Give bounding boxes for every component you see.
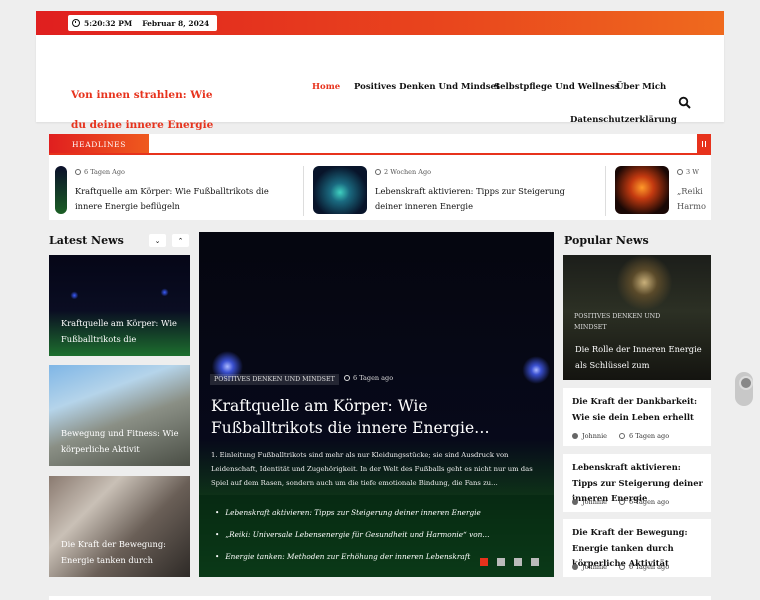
clock-icon <box>72 19 80 27</box>
slider-dot[interactable] <box>480 558 488 566</box>
header: Von innen strahlen: Wie du deine innere … <box>36 35 724 161</box>
popular-news-title[interactable]: Die Kraft der Dankbarkeit: Wie sie dein … <box>572 394 707 425</box>
post-time: 6 Tagen ago <box>629 432 670 440</box>
ticker-separator <box>303 166 304 216</box>
slider-dot[interactable] <box>497 558 505 566</box>
headlines-label: HEADLINES <box>49 134 149 154</box>
user-icon <box>572 499 578 505</box>
latest-news-card[interactable]: Bewegung und Fitness: Wie körperliche Ak… <box>49 365 190 466</box>
popular-news-card[interactable]: Die Kraft der Dankbarkeit: Wie sie dein … <box>563 388 711 446</box>
popular-news-card[interactable]: Die Kraft der Bewegung: Energie tanken d… <box>563 519 711 577</box>
nav-selbstpflege[interactable]: Selbstpflege Und Wellness <box>494 82 620 92</box>
hero-meta: 6 Tagen ago <box>344 374 393 382</box>
clock-icon <box>344 375 350 381</box>
nav-ueber-mich[interactable]: Über Mich <box>616 82 666 92</box>
ticker-meta: 6 Tagen Ago <box>75 168 125 176</box>
post-time: 6 Tagen ago <box>629 563 670 571</box>
clock-icon <box>375 169 381 175</box>
latest-news-card[interactable]: Kraftquelle am Körper: Wie Fußballtrikot… <box>49 255 190 356</box>
popular-feature-card[interactable]: POSITIVES DENKEN UND MINDSET Die Rolle d… <box>563 255 711 380</box>
clock-icon <box>619 564 626 570</box>
related-link[interactable]: Energie tanken: Methoden zur Erhöhung de… <box>215 552 470 561</box>
ticker-thumbnail <box>313 166 367 214</box>
latest-news-title[interactable]: Die Kraft der Bewegung: Energie tanken d… <box>61 537 181 568</box>
ticker-thumbnail <box>615 166 669 214</box>
ticker-time: 2 Wochen Ago <box>384 168 432 176</box>
top-bar: 5:20:32 PM Februar 8, 2024 <box>36 11 724 35</box>
ticker-time: 3 W <box>686 168 699 176</box>
popular-news-heading: Popular News <box>564 234 649 247</box>
clock-icon <box>619 499 626 505</box>
ticker-time: 6 Tagen Ago <box>84 168 125 176</box>
clock-icon <box>677 169 683 175</box>
site-header-wrap: 5:20:32 PM Februar 8, 2024 Von innen str… <box>36 11 724 161</box>
hero-title[interactable]: Kraftquelle am Körper: Wie Fußballtrikot… <box>211 395 501 439</box>
popular-feature-category[interactable]: POSITIVES DENKEN UND MINDSET <box>574 311 674 333</box>
latest-news-heading: Latest News <box>49 234 124 247</box>
clock-icon <box>619 433 626 439</box>
popular-news-meta: Johnnie 6 Tagen ago <box>572 432 669 440</box>
author-name[interactable]: Johnnie <box>582 432 607 440</box>
user-icon <box>572 433 578 439</box>
popular-news-meta: Johnnie 6 Tagen ago <box>572 563 669 571</box>
slider-dot[interactable] <box>531 558 539 566</box>
slider-dots <box>480 558 539 566</box>
hero-excerpt: 1. Einleitung Fußballtrikots sind mehr a… <box>211 451 533 487</box>
nav-home[interactable]: Home <box>312 82 340 92</box>
hero-category[interactable]: POSITIVES DENKEN UND MINDSET <box>210 374 339 385</box>
current-time: 5:20:32 PM <box>84 18 133 28</box>
author-name[interactable]: Johnnie <box>582 498 607 506</box>
latest-news-card[interactable]: Die Kraft der Bewegung: Energie tanken d… <box>49 476 190 577</box>
nav-positives-denken[interactable]: Positives Denken Und Mindset <box>354 82 500 92</box>
date-time-box: 5:20:32 PM Februar 8, 2024 <box>68 15 218 31</box>
ticker-title[interactable]: Lebenskraft aktivieren: Tipps zur Steige… <box>375 184 590 214</box>
latest-news-title[interactable]: Kraftquelle am Körper: Wie Fußballtrikot… <box>61 316 181 347</box>
latest-news-title[interactable]: Bewegung und Fitness: Wie körperliche Ak… <box>61 426 181 457</box>
pause-button[interactable] <box>697 134 711 154</box>
ticker-meta: 2 Wochen Ago <box>375 168 431 176</box>
ticker-meta: 3 W <box>677 168 699 176</box>
related-link[interactable]: Lebenskraft aktivieren: Tipps zur Steige… <box>215 508 481 517</box>
popular-news-meta: Johnnie 6 Tagen ago <box>572 498 669 506</box>
related-link[interactable]: „Reiki: Universale Lebensenergie für Ges… <box>215 530 489 539</box>
hero-slider[interactable]: POSITIVES DENKEN UND MINDSET 6 Tagen ago… <box>199 232 554 577</box>
ticker-title[interactable]: Kraftquelle am Körper: Wie Fußballtrikot… <box>75 184 290 214</box>
post-time: 6 Tagen ago <box>629 498 670 506</box>
slider-dot[interactable] <box>514 558 522 566</box>
popular-news-card[interactable]: Lebenskraft aktivieren: Tipps zur Steige… <box>563 454 711 512</box>
ticker-thumbnail <box>55 166 67 214</box>
ticker-title[interactable]: „Reiki Harmo <box>677 184 711 214</box>
scroll-handle[interactable] <box>735 372 753 406</box>
ticker-divider <box>49 153 711 155</box>
hero-time: 6 Tagen ago <box>353 374 394 382</box>
latest-prev-button[interactable]: ⌄ <box>149 234 166 247</box>
user-icon <box>572 564 578 570</box>
latest-next-button[interactable]: ⌃ <box>172 234 189 247</box>
popular-feature-title[interactable]: Die Rolle der Inneren Energie als Schlüs… <box>575 342 705 373</box>
headlines-ticker: HEADLINES 6 Tagen Ago Kraftquelle am Kör… <box>49 134 711 220</box>
nav-datenschutz[interactable]: Datenschutzerklärung <box>570 115 677 125</box>
current-date: Februar 8, 2024 <box>142 18 210 28</box>
search-icon[interactable] <box>678 96 692 110</box>
author-name[interactable]: Johnnie <box>582 563 607 571</box>
ticker-separator <box>605 166 606 216</box>
next-section-edge <box>49 596 711 600</box>
clock-icon <box>75 169 81 175</box>
